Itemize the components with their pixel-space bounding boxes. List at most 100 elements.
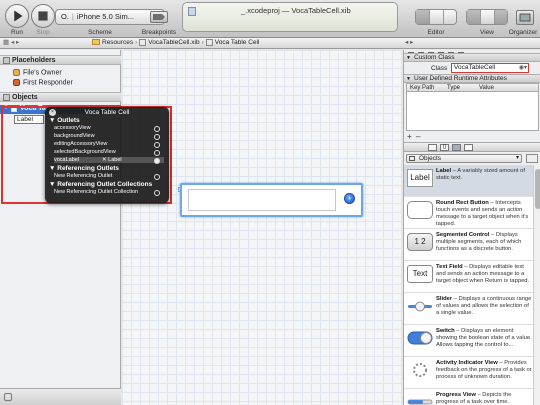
table-cell-icon	[205, 38, 213, 46]
main-toolbar: Run Stop O. | iPhone 5.0 Sim... Scheme Bre…	[0, 0, 540, 38]
scrollbar-thumb[interactable]	[535, 169, 540, 209]
outlet-row[interactable]: editingAccessoryView	[54, 141, 164, 148]
list-view-toggle[interactable]	[526, 154, 538, 163]
breakpoints-button[interactable]	[150, 11, 168, 23]
standard-editor-icon[interactable]	[416, 10, 430, 24]
media-library-icon[interactable]	[464, 144, 473, 151]
class-input[interactable]: VocaTableCell ◉▾	[451, 63, 529, 73]
library-item-activity-indicator[interactable]: Activity Indicator View – Provides feedb…	[404, 357, 533, 389]
chevron-down-icon: ▾	[515, 155, 519, 161]
run-button[interactable]	[5, 4, 29, 28]
remove-attribute-icon[interactable]: –	[416, 132, 420, 141]
library-item-segmented-control[interactable]: 1 2 Segmented Control – Displays multipl…	[404, 229, 533, 261]
connect-circle-icon[interactable]	[154, 150, 160, 156]
outlet-row[interactable]: backgroundView	[54, 133, 164, 140]
debug-area-toggle-icon[interactable]	[481, 10, 495, 24]
object-library-list: Label Label – A variably sized amount of…	[404, 165, 533, 405]
column-type: Type	[447, 85, 461, 91]
activity-title: _.xcodeproj — VocaTableCell.xib	[241, 6, 351, 15]
connect-circle-icon[interactable]	[154, 142, 160, 148]
stop-button[interactable]	[31, 4, 55, 28]
placeholder-cube-icon	[3, 57, 10, 64]
crumb-voca-table-cell[interactable]: Voca Table Cell	[205, 38, 259, 46]
navigator-toggle-icon[interactable]	[467, 10, 481, 24]
run-label: Run	[11, 29, 23, 36]
organizer-label: Organizer	[508, 29, 538, 36]
editor-segmented-control[interactable]	[415, 9, 457, 25]
crumb-xib-file[interactable]: VocaTableCell.xib	[139, 38, 200, 46]
round-rect-button-icon	[407, 201, 433, 219]
outlet-row-connected[interactable]: vocaLabel ✕ Label	[54, 157, 164, 164]
switch-icon	[407, 331, 433, 345]
file-template-library-icon[interactable]	[428, 144, 437, 151]
new-referencing-outlet-row[interactable]: New Referencing Outlet	[54, 173, 164, 180]
runtime-attributes-table[interactable]: Key Path Type Value	[406, 83, 539, 131]
breadcrumb: Resources › VocaTableCell.xib › Voca Table C…	[92, 38, 259, 48]
files-owner-icon	[13, 69, 20, 76]
connect-circle-icon[interactable]	[154, 190, 160, 196]
stop-icon	[38, 11, 48, 21]
hide-outline-icon[interactable]	[4, 393, 12, 401]
library-item-text: Segmented Control – Displays multiple se…	[436, 232, 522, 252]
connect-circle-icon[interactable]	[154, 134, 160, 140]
library-item-slider[interactable]: Slider – Displays a continuous range of …	[404, 293, 533, 325]
jump-bar: ▦ ◂ ▸ Resources › VocaTableCell.xib › Voca T…	[0, 38, 540, 49]
navigator-grid-icon[interactable]: ▦ ◂ ▸	[3, 38, 19, 48]
runtime-attributes-header[interactable]: User Defined Runtime Attributes	[404, 74, 540, 83]
code-snippet-library-icon[interactable]: {}	[440, 144, 449, 151]
library-scrollbar[interactable]	[533, 165, 540, 405]
library-item-round-rect-button[interactable]: Round Rect Button – Intercepts touch eve…	[404, 197, 533, 229]
library-tabs: {}	[404, 142, 540, 152]
library-item-progress-view[interactable]: Progress View – Depicts the progress of …	[404, 389, 533, 405]
document-outline: Placeholders File's Owner First Responde…	[0, 50, 121, 405]
play-icon	[14, 10, 23, 22]
activity-indicator-icon	[413, 363, 427, 377]
organizer-icon	[519, 13, 531, 22]
progress-view-icon	[407, 399, 433, 405]
library-item-text: Text Field – Displays editable text and …	[436, 264, 530, 284]
view-label: View	[480, 29, 494, 36]
utilities-toggle-icon[interactable]	[495, 10, 507, 24]
connect-circle-icon[interactable]	[154, 126, 160, 132]
disclosure-button-icon[interactable]: ›	[344, 193, 355, 204]
connect-circle-icon[interactable]	[154, 174, 160, 180]
outlets-section: ▼ Outlets	[49, 117, 80, 124]
placeholders-header: Placeholders	[0, 55, 121, 65]
outlet-row[interactable]: accessoryView	[54, 125, 164, 132]
objects-header: Objects	[0, 92, 121, 102]
cell-label-view[interactable]	[188, 189, 336, 211]
library-item-switch[interactable]: Switch – Displays an element showing the…	[404, 325, 533, 357]
table-cell-view[interactable]: ›	[180, 183, 363, 217]
library-filter-select[interactable]: Objects ▾	[406, 154, 522, 163]
add-attribute-icon[interactable]: +	[407, 132, 412, 141]
outline-item-first-responder[interactable]: First Responder	[13, 79, 73, 86]
library-item-text: Round Rect Button – Intercepts touch eve…	[436, 200, 529, 227]
object-library-icon[interactable]	[452, 144, 461, 151]
stop-label: Stop	[36, 29, 50, 36]
column-value: Value	[479, 85, 494, 91]
view-segmented-control[interactable]	[466, 9, 508, 25]
assistant-editor-icon[interactable]	[430, 10, 444, 24]
referencing-collections-section: ▼ Referencing Outlet Collections	[49, 181, 153, 188]
segmented-control-icon: 1 2	[407, 233, 433, 251]
inspector-nav-arrows[interactable]: ◂ ▸	[405, 38, 413, 48]
connections-hud: × Voca Table Cell ▼ Outlets accessoryVie…	[45, 107, 169, 203]
library-item-text-field[interactable]: Text Text Field – Displays editable text…	[404, 261, 533, 293]
outline-footer	[0, 388, 121, 405]
organizer-button[interactable]	[516, 10, 534, 25]
breakpoints-label: Breakpoints	[141, 29, 177, 36]
scheme-selector[interactable]: O. | iPhone 5.0 Sim...	[55, 9, 165, 25]
crumb-resources[interactable]: Resources	[92, 39, 133, 46]
interface-canvas[interactable]: ›	[122, 50, 402, 405]
outlet-row[interactable]: selectedBackgroundView	[54, 149, 164, 156]
grid-icon	[409, 156, 415, 161]
custom-class-header[interactable]: Custom Class	[404, 53, 540, 62]
class-menu-icon[interactable]: ◉▾	[519, 64, 527, 72]
first-responder-icon	[13, 79, 20, 86]
hud-title: Voca Table Cell	[84, 109, 130, 116]
library-item-label[interactable]: Label Label – A variably sized amount of…	[404, 165, 533, 197]
new-referencing-collection-row[interactable]: New Referencing Outlet Collection	[54, 189, 164, 196]
outline-item-files-owner[interactable]: File's Owner	[13, 69, 62, 76]
connected-circle-icon[interactable]	[154, 158, 160, 164]
version-editor-icon[interactable]	[444, 10, 456, 24]
